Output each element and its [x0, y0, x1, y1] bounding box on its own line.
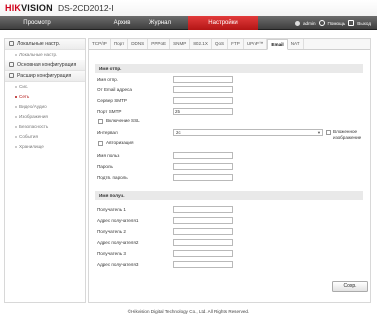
- interval-select[interactable]: 2с ▼: [173, 129, 323, 136]
- subtab-email[interactable]: Email: [267, 39, 288, 50]
- sidebar-item-image[interactable]: Изображения: [5, 112, 85, 122]
- hikvision-logo: HIKVISION: [5, 3, 53, 13]
- sidebar-section-label: Локальные настр.: [17, 41, 61, 47]
- help-link[interactable]: Помощь: [328, 21, 346, 26]
- sidebar-item-events[interactable]: События: [5, 132, 85, 142]
- subtab-ftp[interactable]: FTP: [228, 39, 244, 49]
- logout-icon[interactable]: [348, 20, 355, 26]
- receiver-section-heading: Имя получ.: [95, 191, 363, 200]
- auth-checkbox[interactable]: [98, 141, 103, 146]
- auth-confirm-label: Подтв. пароль: [97, 175, 128, 180]
- sidebar-item-system[interactable]: Сис.: [5, 82, 85, 92]
- smtp-port-label: Порт SMTP: [97, 109, 122, 114]
- sidebar-item-network[interactable]: Сеть: [5, 92, 85, 102]
- subtab-tcpip[interactable]: TCP/IP: [89, 39, 111, 49]
- receiver3-addr-label: Адрес получателя3: [97, 262, 139, 267]
- subtab-upnp[interactable]: UPnP™: [244, 39, 268, 49]
- sender-name-input[interactable]: [173, 76, 233, 83]
- sidebar-section-basic[interactable]: Основная конфигурация: [5, 60, 85, 71]
- receiver3-name-label: Получатель 3: [97, 251, 126, 256]
- sender-section-heading: Имя отпр.: [95, 64, 363, 73]
- sidebar-item-storage[interactable]: Хранилище: [5, 142, 85, 152]
- subtab-qos[interactable]: QoS: [212, 39, 229, 49]
- user-area: admin Помощь Выход: [294, 18, 371, 28]
- auth-username-label: Имя польз: [97, 153, 120, 158]
- subtab-nat[interactable]: NAT: [288, 39, 304, 49]
- gear-icon: [9, 72, 14, 78]
- user-icon: [294, 20, 300, 26]
- interval-label: Интервал: [97, 130, 118, 135]
- help-icon[interactable]: [318, 20, 325, 26]
- ssl-label: Включение SSL: [106, 118, 140, 123]
- attach-image-label: Вложенное изображение: [333, 129, 362, 140]
- auth-confirm-input[interactable]: [173, 174, 233, 181]
- receiver1-addr-label: Адрес получателя1: [97, 218, 139, 223]
- subtab-pppoe[interactable]: PPPoE: [148, 39, 171, 49]
- sidebar-item-local-config[interactable]: Локальные настр.: [5, 50, 85, 60]
- receiver1-addr-input[interactable]: [173, 217, 233, 224]
- sender-name-label: Имя отпр.: [97, 77, 119, 82]
- receiver1-name-label: Получатель 1: [97, 207, 126, 212]
- ssl-checkbox[interactable]: [98, 119, 103, 124]
- auth-label: Авторизация: [106, 140, 134, 145]
- receiver2-addr-input[interactable]: [173, 239, 233, 246]
- username: admin: [302, 20, 316, 26]
- auth-password-label: Пароль: [97, 164, 113, 169]
- smtp-server-input[interactable]: [173, 97, 233, 104]
- subtab-snmp[interactable]: SNMP: [170, 39, 191, 49]
- network-subtabs: TCP/IP Порт DDNS PPPoE SNMP 802.1X QoS F…: [89, 39, 370, 50]
- sidebar-section-advanced[interactable]: Расшир конфигурация: [5, 71, 85, 82]
- monitor-icon: [9, 40, 14, 46]
- chevron-down-icon: ▼: [317, 130, 321, 135]
- logo-vision-text: VISION: [21, 3, 53, 13]
- smtp-port-input[interactable]: 25: [173, 108, 233, 115]
- nav-tab-configuration[interactable]: Настройки: [188, 16, 258, 30]
- nav-tab-live-view[interactable]: Просмотр: [2, 16, 72, 30]
- settings-icon: [9, 61, 14, 67]
- logout-link[interactable]: Выход: [357, 21, 371, 26]
- receiver2-name-label: Получатель 2: [97, 229, 126, 234]
- subtab-ddns[interactable]: DDNS: [128, 39, 149, 49]
- sidebar-item-video-audio[interactable]: Видео/Аудио: [5, 102, 85, 112]
- sidebar-item-security[interactable]: Безопасность: [5, 122, 85, 132]
- sidebar-section-local[interactable]: Локальные настр.: [5, 39, 85, 50]
- interval-value: 2с: [176, 130, 181, 135]
- smtp-server-label: Сервер SMTP: [97, 98, 127, 103]
- receiver1-name-input[interactable]: [173, 206, 233, 213]
- auth-username-input[interactable]: [173, 152, 233, 159]
- auth-password-input[interactable]: [173, 163, 233, 170]
- sender-email-input[interactable]: [173, 86, 233, 93]
- logo-hik-text: HIK: [5, 3, 22, 13]
- subtab-port[interactable]: Порт: [111, 39, 129, 49]
- receiver3-name-input[interactable]: [173, 250, 233, 257]
- attach-image-checkbox[interactable]: [326, 130, 331, 135]
- device-name: DS-2CD2012-I: [58, 3, 114, 13]
- app-header: HIKVISION DS-2CD2012-I: [0, 0, 377, 16]
- sender-email-label: От Email адреса: [97, 87, 132, 92]
- copyright-footer: ©Hikvision Digital Technology Co., Ltd. …: [127, 309, 250, 314]
- save-button[interactable]: Сохр.: [332, 281, 368, 292]
- config-sidebar: Локальные настр. Локальные настр. Основн…: [4, 38, 86, 303]
- nav-tab-log[interactable]: Журнал: [130, 16, 190, 30]
- settings-content: TCP/IP Порт DDNS PPPoE SNMP 802.1X QoS F…: [88, 38, 371, 303]
- sidebar-section-label: Расшир конфигурация: [17, 73, 72, 79]
- receiver2-name-input[interactable]: [173, 228, 233, 235]
- subtab-8021x[interactable]: 802.1X: [190, 39, 212, 49]
- sidebar-section-label: Основная конфигурация: [17, 62, 77, 68]
- receiver2-addr-label: Адрес получателя2: [97, 240, 139, 245]
- receiver3-addr-input[interactable]: [173, 261, 233, 268]
